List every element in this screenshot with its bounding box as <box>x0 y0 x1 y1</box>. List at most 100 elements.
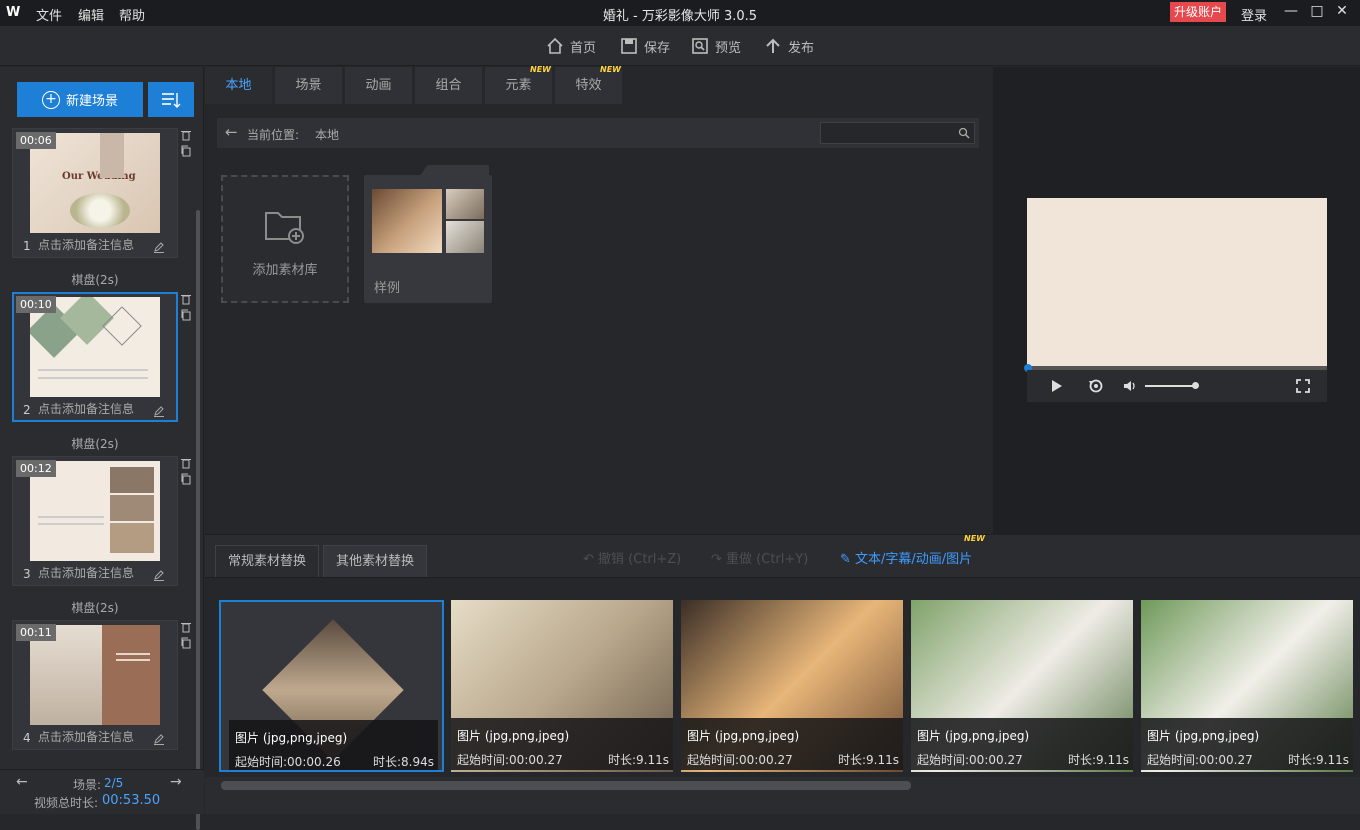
material-card-strip: 图片 (jpg,png,jpeg) 起始时间:00:00.26 时长:8.94s… <box>205 577 1360 777</box>
scene-card-3[interactable]: 00:12 3 点击添加备注信息 <box>12 456 178 586</box>
prev-scene-icon[interactable]: ← <box>16 774 28 790</box>
material-type: 图片 (jpg,png,jpeg) <box>457 729 570 743</box>
tab-other-replace[interactable]: 其他素材替换 <box>323 545 427 577</box>
material-info: 图片 (jpg,png,jpeg) 起始时间:00:00.27 时长:9.11s <box>451 718 673 770</box>
redo-icon: ↷ <box>711 552 727 567</box>
copy-scene-icon[interactable] <box>180 637 192 649</box>
transition-label[interactable]: 棋盘(2s) <box>0 435 190 452</box>
tab-scene[interactable]: 场景 <box>275 67 343 104</box>
fullscreen-icon[interactable] <box>1296 379 1310 393</box>
material-replace-panel: 常规素材替换 其他素材替换 ↶ 撤销 (Ctrl+Z) ↷ 重做 (Ctrl+Y… <box>205 534 1360 814</box>
text-line <box>38 377 148 379</box>
material-strip-scrollbar[interactable] <box>221 781 911 790</box>
preview-canvas <box>1027 198 1327 366</box>
scene-count-label: 场景: <box>73 778 102 792</box>
tab-local[interactable]: 本地 <box>205 67 273 104</box>
scene-count-value: 2/5 <box>104 776 124 790</box>
home-label: 首页 <box>570 40 597 56</box>
couple-photo <box>100 133 124 178</box>
text-subtitle-label: 文本/字幕/动画/图片 <box>855 552 973 567</box>
material-type: 图片 (jpg,png,jpeg) <box>687 729 800 743</box>
asset-library-panel: 本地 场景 动画 组合 元素 特效 NEW NEW ← 当前位置: 本地 添加素… <box>205 65 992 534</box>
undo-button[interactable]: ↶ 撤销 (Ctrl+Z) <box>583 548 681 567</box>
minimize-icon[interactable]: — <box>1283 3 1299 19</box>
scene-card-4[interactable]: 00:11 4 点击添加备注信息 <box>12 620 178 750</box>
maximize-icon[interactable]: □ <box>1309 3 1325 19</box>
home-button[interactable]: 首页 <box>546 36 596 56</box>
material-info: 图片 (jpg,png,jpeg) 起始时间:00:00.27 时长:9.11s <box>681 718 903 770</box>
path-value: 本地 <box>315 128 340 142</box>
scene-note[interactable]: 点击添加备注信息 <box>38 728 134 745</box>
scene-note[interactable]: 点击添加备注信息 <box>38 400 134 417</box>
photo-frame <box>110 467 154 493</box>
scene-number: 1 <box>23 239 31 253</box>
delete-scene-icon[interactable] <box>180 457 192 469</box>
material-start-time: 起始时间:00:00.26 <box>235 755 341 769</box>
delete-scene-icon[interactable] <box>180 621 192 633</box>
text-subtitle-link[interactable]: ✎ 文本/字幕/动画/图片 <box>840 548 972 567</box>
material-start-time: 起始时间:00:00.27 <box>687 753 793 767</box>
login-button[interactable]: 登录 <box>1241 5 1267 24</box>
undo-label: 撤销 (Ctrl+Z) <box>598 552 682 567</box>
scene-note[interactable]: 点击添加备注信息 <box>38 564 134 581</box>
text-line <box>38 516 104 518</box>
scene-card-2[interactable]: 00:10 2 点击添加备注信息 <box>12 292 178 422</box>
tab-animation[interactable]: 动画 <box>345 67 413 104</box>
save-button[interactable]: 保存 <box>620 36 670 56</box>
scene-note[interactable]: 点击添加备注信息 <box>38 236 134 253</box>
edit-note-icon[interactable] <box>153 733 165 745</box>
copy-scene-icon[interactable] <box>180 309 192 321</box>
material-card[interactable]: 图片 (jpg,png,jpeg) 起始时间:00:00.27 时长:9.11s <box>681 600 903 772</box>
edit-note-icon[interactable] <box>153 569 165 581</box>
redo-button[interactable]: ↷ 重做 (Ctrl+Y) <box>711 548 808 567</box>
scene-panel-footer: ← 场景: 2/5 → 视频总时长: 00:53.50 <box>0 769 204 814</box>
volume-slider[interactable] <box>1145 385 1195 387</box>
add-library-button[interactable]: 添加素材库 <box>221 175 349 303</box>
material-card[interactable]: 图片 (jpg,png,jpeg) 起始时间:00:00.27 时长:9.11s <box>451 600 673 772</box>
upgrade-account-button[interactable]: 升级账户 <box>1170 2 1226 22</box>
undo-icon: ↶ <box>583 552 599 567</box>
close-icon[interactable]: ✕ <box>1334 3 1350 19</box>
scene-card-1[interactable]: Our Wedding 00:06 1 点击添加备注信息 <box>12 128 178 258</box>
material-card[interactable]: 图片 (jpg,png,jpeg) 起始时间:00:00.27 时长:9.11s <box>911 600 1133 772</box>
copy-scene-icon[interactable] <box>180 473 192 485</box>
volume-slider-handle[interactable] <box>1192 382 1199 389</box>
new-badge: NEW <box>530 65 551 74</box>
publish-button[interactable]: 发布 <box>764 36 814 56</box>
pencil-icon: ✎ <box>840 552 856 567</box>
preview-button[interactable]: 预览 <box>691 36 741 56</box>
copy-scene-icon[interactable] <box>180 145 192 157</box>
photo-frame <box>110 523 154 553</box>
edit-note-icon[interactable] <box>153 405 165 417</box>
tab-regular-replace[interactable]: 常规素材替换 <box>215 545 319 577</box>
back-arrow-icon[interactable]: ← <box>225 123 238 141</box>
search-icon[interactable] <box>958 127 970 139</box>
total-duration-label: 视频总时长: <box>34 796 99 810</box>
material-info: 图片 (jpg,png,jpeg) 起始时间:00:00.27 时长:9.11s <box>911 718 1133 770</box>
transition-label[interactable]: 棋盘(2s) <box>0 599 190 616</box>
material-start-time: 起始时间:00:00.27 <box>917 753 1023 767</box>
scene-duration: 00:10 <box>16 296 56 313</box>
volume-icon[interactable] <box>1123 379 1137 393</box>
play-icon[interactable] <box>1051 379 1063 393</box>
new-scene-button[interactable]: + 新建场景 <box>17 82 143 117</box>
transition-label[interactable]: 棋盘(2s) <box>0 271 190 288</box>
material-type: 图片 (jpg,png,jpeg) <box>235 731 348 745</box>
search-input[interactable] <box>820 122 975 144</box>
material-info: 图片 (jpg,png,jpeg) 起始时间:00:00.26 时长:8.94s <box>229 720 438 770</box>
delete-scene-icon[interactable] <box>180 293 192 305</box>
material-card[interactable]: 图片 (jpg,png,jpeg) 起始时间:00:00.27 时长:9.11s <box>1141 600 1353 772</box>
sample-photo <box>372 189 442 253</box>
sample-folder[interactable]: 样例 <box>364 165 492 303</box>
scene-list-scrollbar[interactable] <box>196 210 200 830</box>
main-toolbar: 首页 保存 预览 发布 <box>0 26 1360 66</box>
edit-note-icon[interactable] <box>153 241 165 253</box>
scene-list-menu-button[interactable] <box>148 82 194 117</box>
replay-icon[interactable] <box>1088 378 1104 394</box>
save-icon <box>621 38 637 54</box>
next-scene-icon[interactable]: → <box>170 774 182 790</box>
material-card[interactable]: 图片 (jpg,png,jpeg) 起始时间:00:00.26 时长:8.94s <box>219 600 444 772</box>
delete-scene-icon[interactable] <box>180 129 192 141</box>
tab-group[interactable]: 组合 <box>415 67 483 104</box>
window-title: 婚礼 - 万彩影像大师 3.0.5 <box>602 9 758 24</box>
